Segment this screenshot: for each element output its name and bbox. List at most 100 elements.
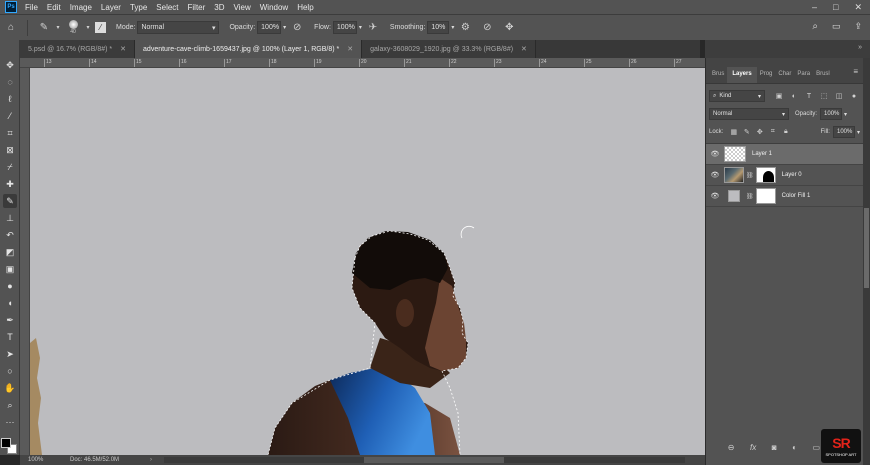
search-icon[interactable]: ⌕ xyxy=(812,21,818,32)
gradient-tool-icon[interactable]: ▣ xyxy=(3,262,17,276)
document-tab[interactable]: 5.psd @ 16.7% (RGB/8#) * ✕ xyxy=(20,40,136,58)
tab-layers[interactable]: Layers xyxy=(727,67,757,83)
hand-tool-icon[interactable]: ✋ xyxy=(3,381,17,395)
menu-edit[interactable]: Edit xyxy=(47,3,61,12)
adjustment-layer-icon[interactable]: ◐ xyxy=(792,443,797,452)
link-icon[interactable]: ⛓︎ xyxy=(746,172,754,179)
lock-artboard-icon[interactable]: ⌗ xyxy=(766,128,779,136)
menu-file[interactable]: File xyxy=(25,3,38,12)
new-group-icon[interactable]: ▭ xyxy=(812,443,820,452)
panel-menu-icon[interactable]: ≡ xyxy=(853,67,858,76)
pressure-size-icon[interactable]: ⊘ xyxy=(480,21,494,35)
brush-tool-icon[interactable]: ✎ xyxy=(3,194,17,208)
gear-icon[interactable]: ⚙ xyxy=(458,21,472,35)
chevron-down-icon[interactable]: ▾ xyxy=(857,129,860,136)
pressure-opacity-icon[interactable]: ⊘ xyxy=(290,21,304,35)
opacity-field[interactable]: 100% xyxy=(257,21,282,34)
lasso-tool-icon[interactable]: ℓ xyxy=(3,92,17,106)
horizontal-ruler[interactable]: 13 14 15 16 17 18 19 20 21 22 23 24 25 2… xyxy=(20,58,705,68)
layer-style-icon[interactable]: fx xyxy=(750,443,756,452)
layer-opacity-field[interactable]: 100% xyxy=(820,108,843,120)
menu-3d[interactable]: 3D xyxy=(214,3,224,12)
chevron-down-icon[interactable]: ▾ xyxy=(451,24,454,31)
healing-brush-tool-icon[interactable]: ✚ xyxy=(3,177,17,191)
smoothing-field[interactable]: 10% xyxy=(427,21,450,34)
menu-layer[interactable]: Layer xyxy=(101,3,121,12)
menu-window[interactable]: Window xyxy=(260,3,288,12)
eye-icon[interactable]: 👁︎ xyxy=(710,150,720,158)
zoom-level[interactable]: 100% xyxy=(20,457,70,463)
eye-icon[interactable]: 👁︎ xyxy=(710,192,720,200)
frame-tool-icon[interactable]: ⊠ xyxy=(3,143,17,157)
layer-row-layer-1[interactable]: 👁︎ Layer 1 xyxy=(706,144,863,165)
scrollbar-thumb[interactable] xyxy=(364,457,504,463)
chevron-down-icon[interactable]: ▾ xyxy=(283,24,286,31)
pen-tool-icon[interactable]: ✒ xyxy=(3,313,17,327)
chevron-down-icon[interactable]: ▾ xyxy=(359,24,362,31)
path-selection-tool-icon[interactable]: ➤ xyxy=(3,347,17,361)
menu-type[interactable]: Type xyxy=(130,3,147,12)
lock-position-icon[interactable]: ✥ xyxy=(753,128,766,136)
chevron-down-icon[interactable]: ▾ xyxy=(85,21,91,35)
panel-scrollbar[interactable] xyxy=(863,58,870,465)
menu-image[interactable]: Image xyxy=(70,3,92,12)
foreground-color-swatch[interactable] xyxy=(1,438,11,448)
chevron-down-icon[interactable]: ▾ xyxy=(844,111,847,118)
close-icon[interactable]: ✕ xyxy=(347,45,353,53)
more-tools-icon[interactable]: ··· xyxy=(3,415,17,429)
horizontal-scrollbar[interactable] xyxy=(164,457,685,463)
add-mask-icon[interactable]: ◙ xyxy=(772,443,777,452)
layer-row-color-fill-1[interactable]: 👁︎ ⛓︎ Color Fill 1 xyxy=(706,186,863,207)
type-tool-icon[interactable]: T xyxy=(3,330,17,344)
home-icon[interactable]: ⌂ xyxy=(4,21,18,35)
dodge-tool-icon[interactable]: ◖ xyxy=(3,296,17,310)
menu-filter[interactable]: Filter xyxy=(188,3,206,12)
airbrush-icon[interactable]: ✈ xyxy=(366,21,380,35)
close-icon[interactable]: ✕ xyxy=(521,45,527,53)
scrollbar-thumb[interactable] xyxy=(864,208,869,288)
blur-tool-icon[interactable]: ● xyxy=(3,279,17,293)
eye-icon[interactable]: 👁︎ xyxy=(710,171,720,179)
brush-preset-picker[interactable]: 40 xyxy=(64,17,82,39)
link-layers-icon[interactable]: ⊖ xyxy=(728,443,735,452)
symmetry-icon[interactable]: ✥ xyxy=(502,21,516,35)
quick-select-tool-icon[interactable]: ⁄ xyxy=(3,109,17,123)
flow-field[interactable]: 100% xyxy=(332,21,357,34)
shape-filter-icon[interactable]: ⬚ xyxy=(818,90,830,102)
smart-object-filter-icon[interactable]: ◫ xyxy=(833,90,845,102)
mode-select[interactable]: Normal ▾ xyxy=(137,21,220,34)
image-filter-icon[interactable]: ▣ xyxy=(773,90,785,102)
layer-mask-thumbnail[interactable] xyxy=(755,167,776,183)
vertical-ruler[interactable] xyxy=(20,68,30,455)
zoom-tool-icon[interactable]: ⌕ xyxy=(3,398,17,412)
collapse-panels-icon[interactable]: » xyxy=(858,44,862,51)
brush-settings-icon[interactable]: ⁄ xyxy=(95,22,106,33)
close-icon[interactable]: ✕ xyxy=(120,45,126,53)
minimize-button[interactable]: – xyxy=(812,2,817,12)
filter-kind-select[interactable]: ⌕ Kind ▾ xyxy=(709,90,765,102)
document-tab[interactable]: galaxy-3608029_1920.jpg @ 33.3% (RGB/8#)… xyxy=(362,40,536,58)
adjustment-filter-icon[interactable]: ◐ xyxy=(788,90,800,102)
tab-brushes[interactable]: Brusl xyxy=(813,71,833,83)
tab-properties[interactable]: Prog xyxy=(757,71,776,83)
filter-toggle-icon[interactable]: ● xyxy=(848,90,860,102)
document-canvas[interactable] xyxy=(30,68,705,455)
fill-color-thumbnail[interactable] xyxy=(728,190,740,202)
move-tool-icon[interactable]: ✥ xyxy=(3,58,17,72)
layer-row-layer-0[interactable]: 👁︎ ⛓︎ Layer 0 xyxy=(706,165,863,186)
chevron-right-icon[interactable]: › xyxy=(150,457,164,463)
document-tab-active[interactable]: adventure-cave-climb-1659437.jpg @ 100% … xyxy=(135,40,363,58)
layer-mask-thumbnail[interactable] xyxy=(755,188,776,204)
fill-field[interactable]: 100% xyxy=(832,126,855,138)
eyedropper-tool-icon[interactable]: ⌿ xyxy=(3,160,17,174)
workspace-icon[interactable]: ▭ xyxy=(832,21,841,32)
eraser-tool-icon[interactable]: ◩ xyxy=(3,245,17,259)
menu-view[interactable]: View xyxy=(234,3,251,12)
shape-tool-icon[interactable]: ○ xyxy=(3,364,17,378)
marquee-tool-icon[interactable]: ◌ xyxy=(3,75,17,89)
share-icon[interactable]: ⇪ xyxy=(854,21,862,32)
maximize-button[interactable]: □ xyxy=(833,2,838,12)
menu-help[interactable]: Help xyxy=(297,3,313,12)
lock-all-icon[interactable]: 🔒︎ xyxy=(779,128,792,136)
clone-stamp-tool-icon[interactable]: ⊥ xyxy=(3,211,17,225)
